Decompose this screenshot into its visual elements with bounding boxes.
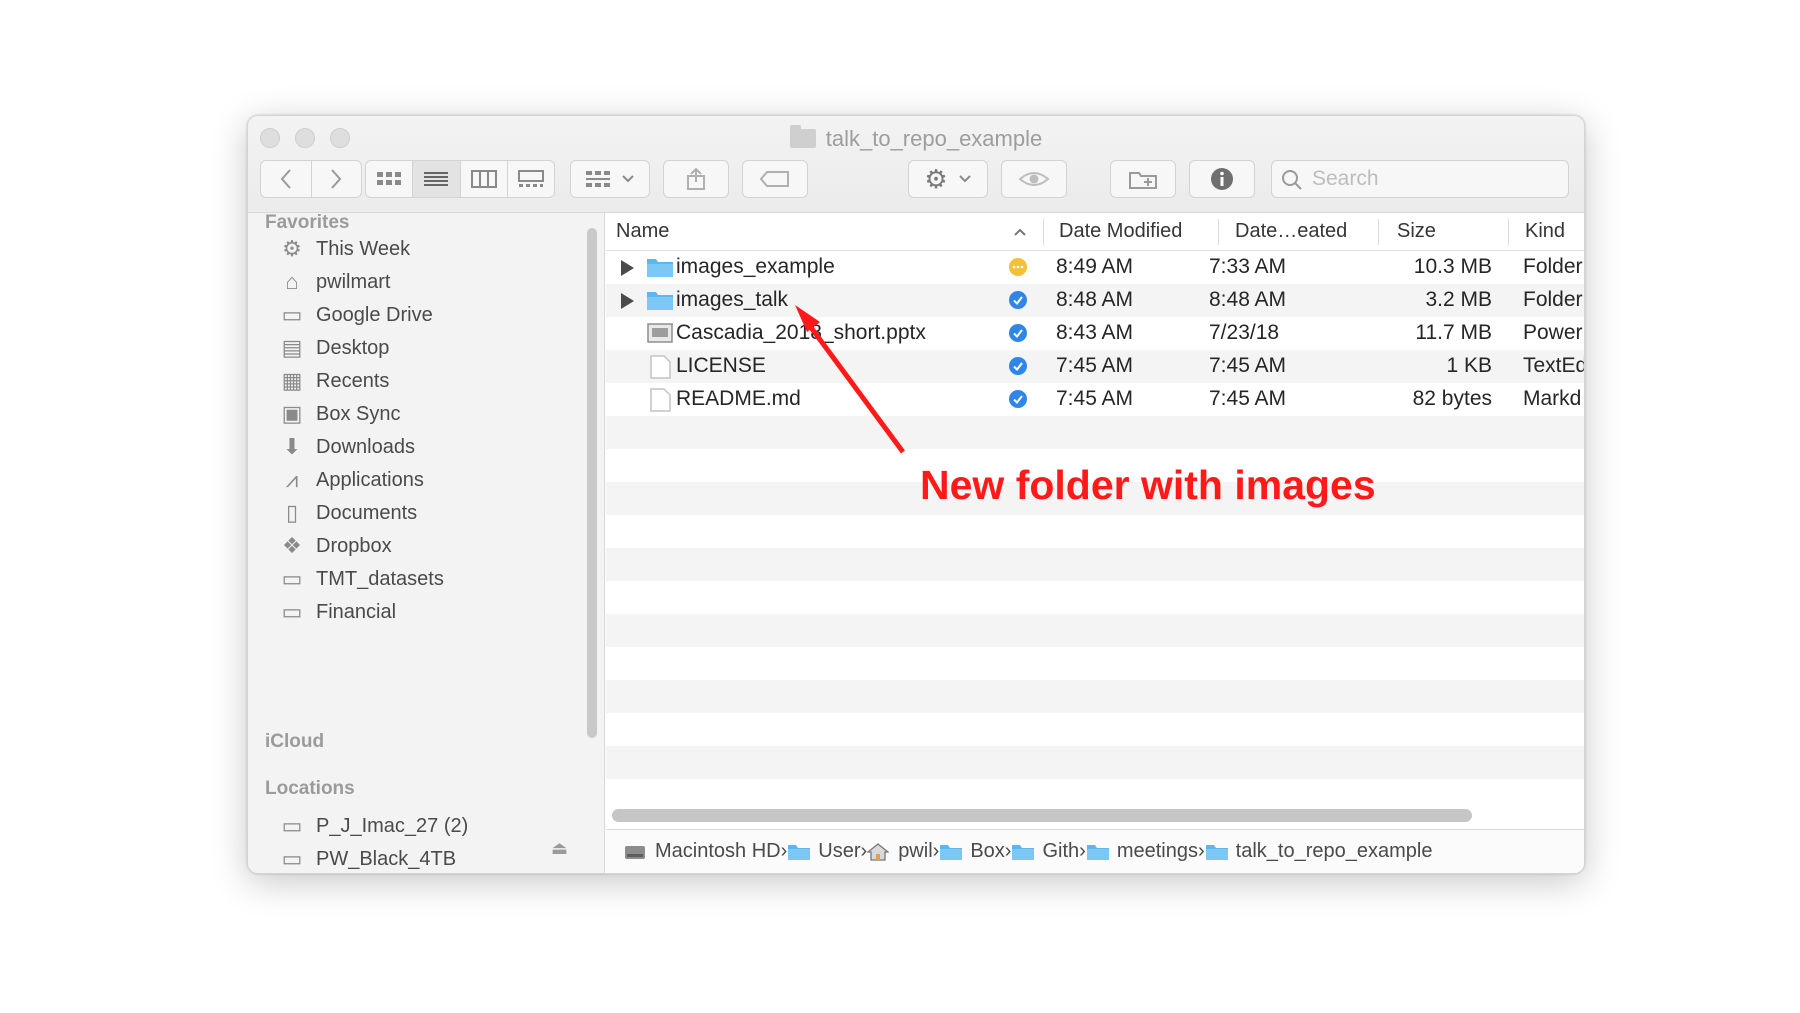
annotation-arrow bbox=[795, 305, 906, 454]
annotation-text: New folder with images bbox=[920, 462, 1376, 508]
